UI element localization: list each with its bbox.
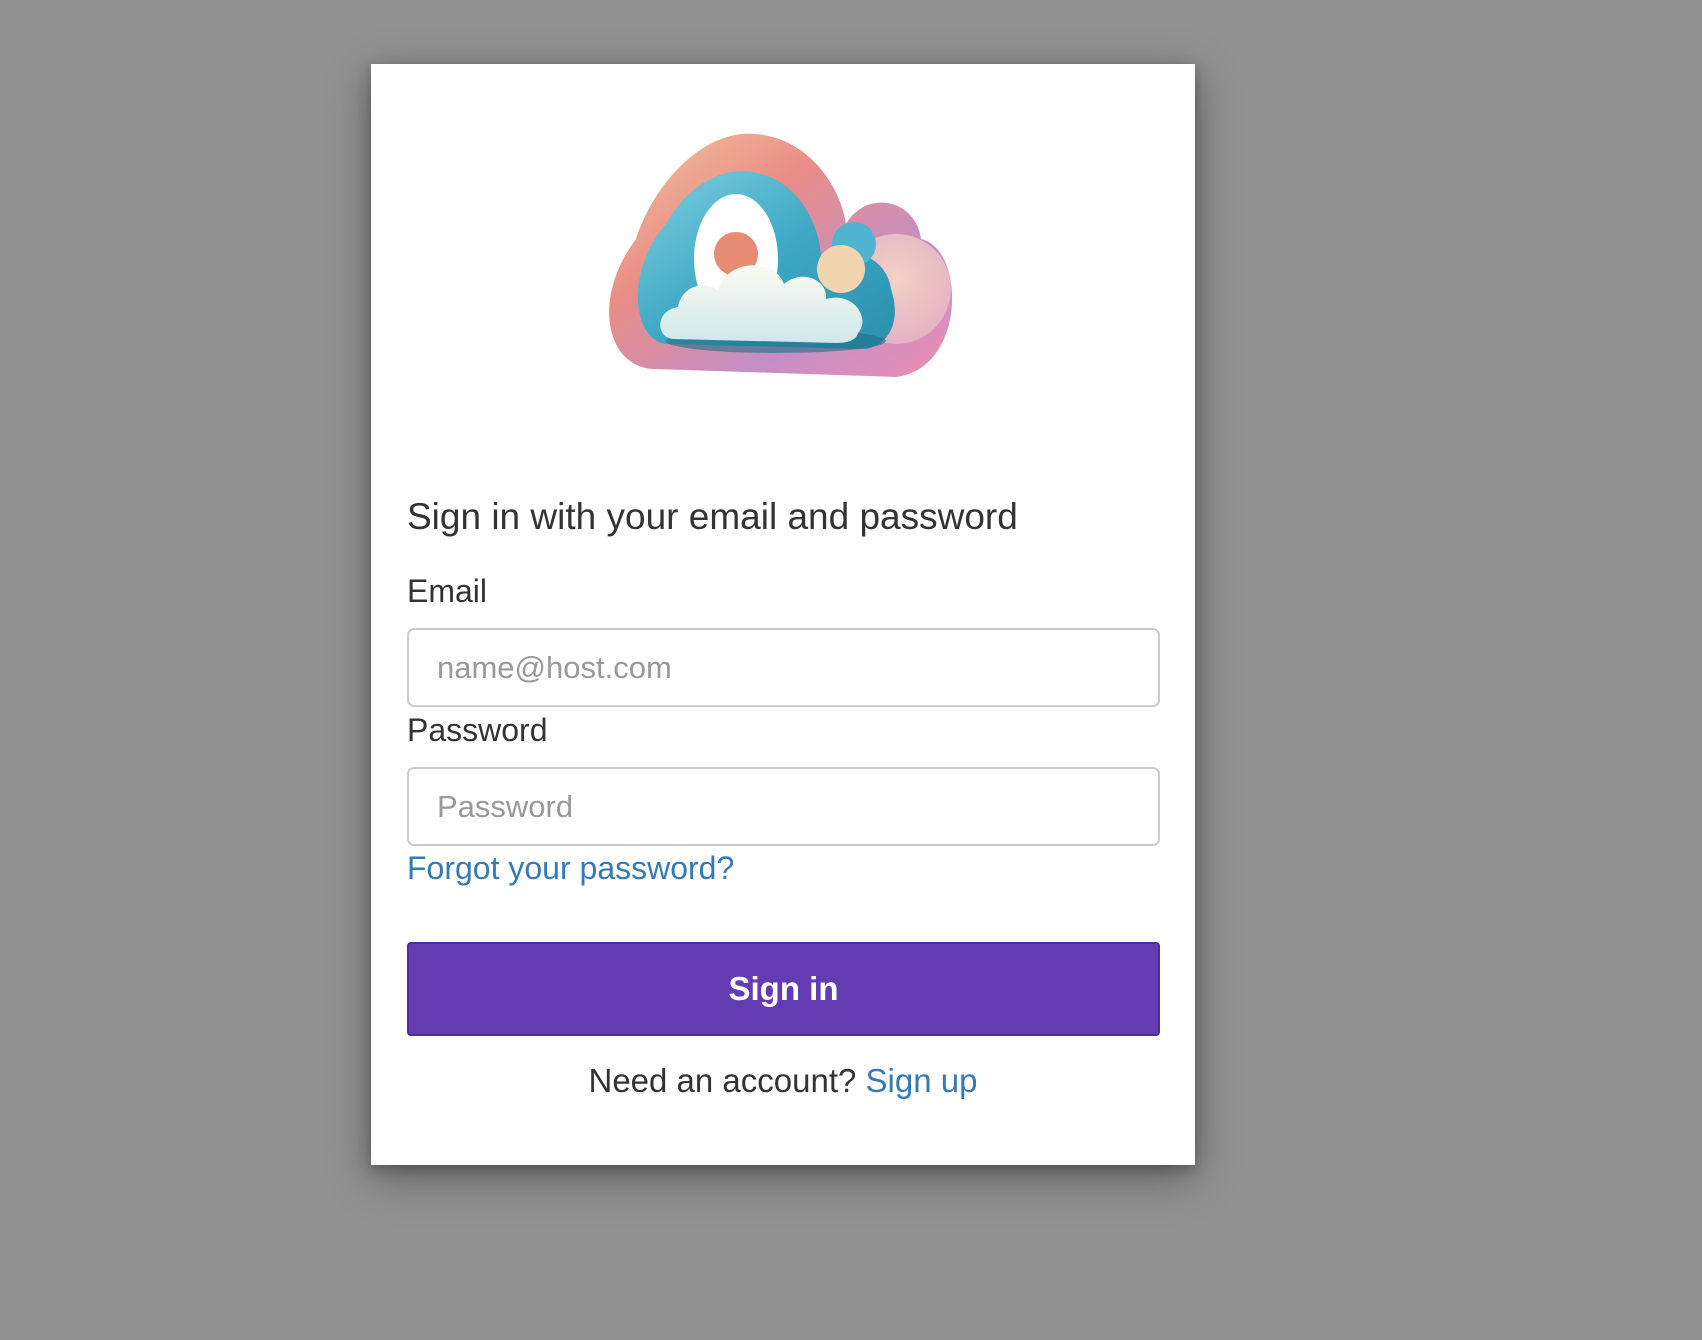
cloud-logo-icon <box>596 119 966 389</box>
sign-in-card: Sign in with your email and password Ema… <box>371 64 1195 1165</box>
page-title: Sign in with your email and password <box>407 496 1018 537</box>
password-label: Password <box>407 712 548 748</box>
email-label: Email <box>407 573 488 609</box>
signup-row: Need an account? Sign up <box>371 1062 1195 1100</box>
sign-up-link[interactable]: Sign up <box>866 1062 978 1099</box>
password-field[interactable] <box>407 767 1160 846</box>
email-field[interactable] <box>407 628 1160 707</box>
signup-prompt: Need an account? <box>588 1062 866 1099</box>
forgot-password-link[interactable]: Forgot your password? <box>407 850 734 887</box>
sign-in-button[interactable]: Sign in <box>407 942 1160 1036</box>
